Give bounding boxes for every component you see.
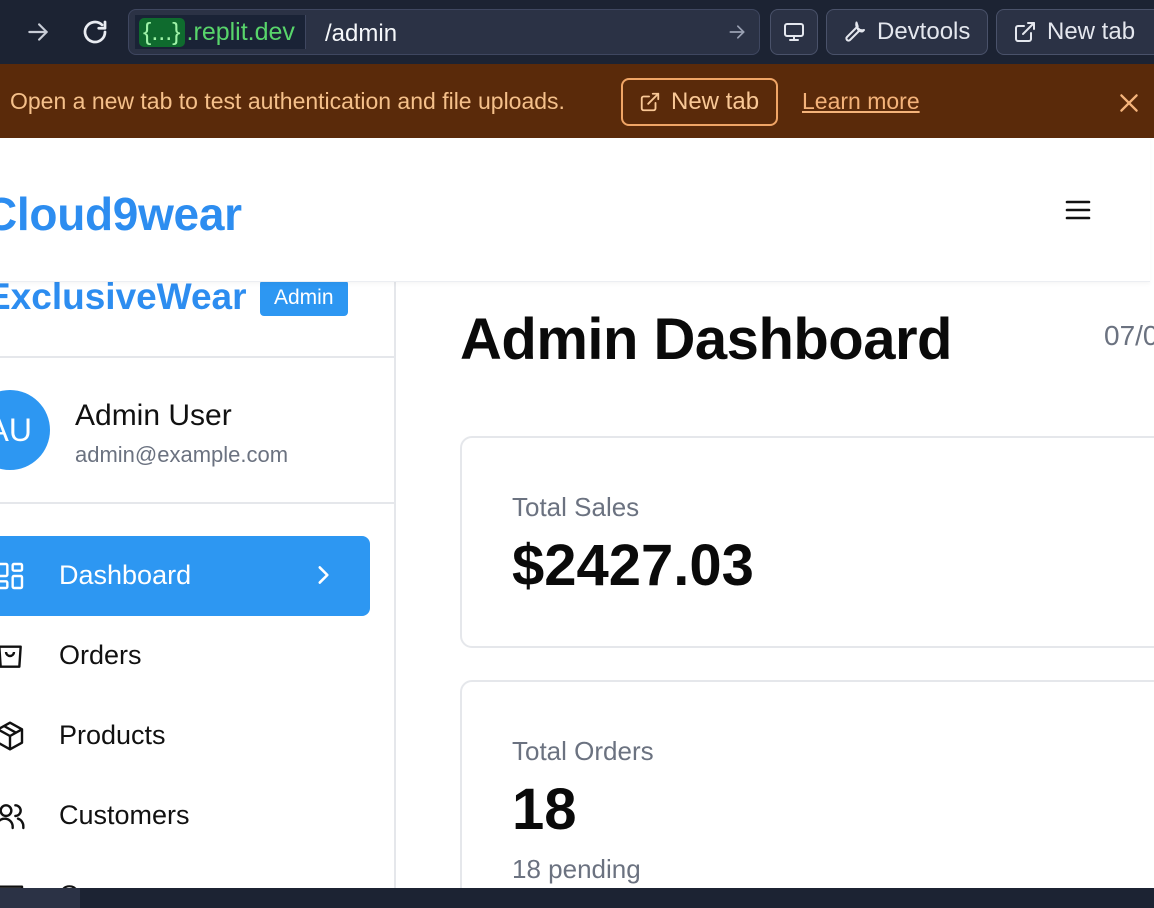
arrow-right-icon [729,25,745,39]
chevron-right-icon [318,566,329,584]
total-sales-card: Total Sales $2427.03 [460,436,1154,648]
url-domain: {...} .replit.dev [135,15,306,49]
arrow-right-icon [28,23,48,41]
url-path: /admin [325,20,398,47]
bottom-bar-segment [0,888,80,908]
admin-badge: Admin [260,282,348,316]
card-label: Total Sales [512,492,640,522]
sidebar-item-dashboard[interactable]: Dashboard [0,536,370,616]
monitor-icon [784,23,804,41]
avatar: AU [0,390,50,470]
sidebar-item-products[interactable]: Products [0,696,370,776]
card-value: $2427.03 [512,533,754,598]
new-tab-button[interactable]: New tab [996,9,1154,55]
sidebar-item-orders[interactable]: Orders [0,616,370,696]
menu-button[interactable] [1064,197,1092,228]
total-orders-card: Total Orders 18 18 pending [460,680,1154,888]
address-bar[interactable]: {...} .replit.dev /admin [128,9,760,55]
sidebar-item-coupons[interactable]: Coupons [0,856,370,888]
url-domain-suffix: .replit.dev [186,17,295,46]
sidebar-divider [0,356,394,358]
package-icon [0,721,24,751]
sidebar-item-label: Coupons [59,880,167,888]
wrench-icon [845,21,865,42]
learn-more-link[interactable]: Learn more [802,88,920,115]
screen-size-button[interactable] [770,9,818,55]
browser-toolbar: {...} .replit.dev /admin Devtools New tab [0,0,1154,64]
reload-icon [83,20,107,44]
coupon-icon [0,885,24,888]
external-link-icon [1015,22,1035,42]
sidebar-item-label: Dashboard [59,560,192,590]
dashboard-icon [0,562,24,590]
close-icon [1120,94,1138,112]
sidebar-item-customers[interactable]: Customers [0,776,370,856]
user-email: admin@example.com [75,442,289,467]
user-name: Admin User [75,399,232,432]
admin-sidebar: ExclusiveWear Admin AU Admin User admin@… [0,282,396,888]
reload-button[interactable] [75,12,115,52]
url-domain-prefix: {...} [139,17,185,47]
banner-close-button[interactable] [1116,90,1142,121]
banner-new-tab-button[interactable]: New tab [621,78,778,126]
hamburger-menu-icon [1065,200,1091,220]
main-content: Admin Dashboard 07/0 Total Sales $2427.0… [396,282,1154,888]
banner-message: Open a new tab to test authentication an… [10,88,565,114]
sidebar-divider [0,502,394,504]
card-value: 18 [512,777,577,842]
bottom-bar [0,888,1154,908]
sidebar-brand[interactable]: ExclusiveWear [0,282,247,318]
card-label: Total Orders [512,736,654,766]
shopping-bag-icon [0,645,22,668]
devtools-label: Devtools [877,18,971,45]
external-link-icon [640,92,660,112]
forward-button[interactable] [18,12,58,52]
url-go-button[interactable] [727,22,747,47]
new-tab-label: New tab [1047,18,1136,45]
sidebar-item-label: Orders [59,640,142,670]
devtools-button[interactable]: Devtools [826,9,988,55]
users-icon [0,804,25,830]
card-subtext: 18 pending [512,854,641,884]
sidebar-item-label: Products [59,720,166,750]
page-date: 07/0 [1104,320,1154,351]
info-banner: Open a new tab to test authentication an… [0,64,1154,138]
site-header: Cloud9wear [0,138,1150,282]
banner-new-tab-label: New tab [671,88,760,115]
sidebar-item-label: Customers [59,800,190,830]
page-title: Admin Dashboard [460,307,953,372]
site-brand[interactable]: Cloud9wear [0,187,242,241]
